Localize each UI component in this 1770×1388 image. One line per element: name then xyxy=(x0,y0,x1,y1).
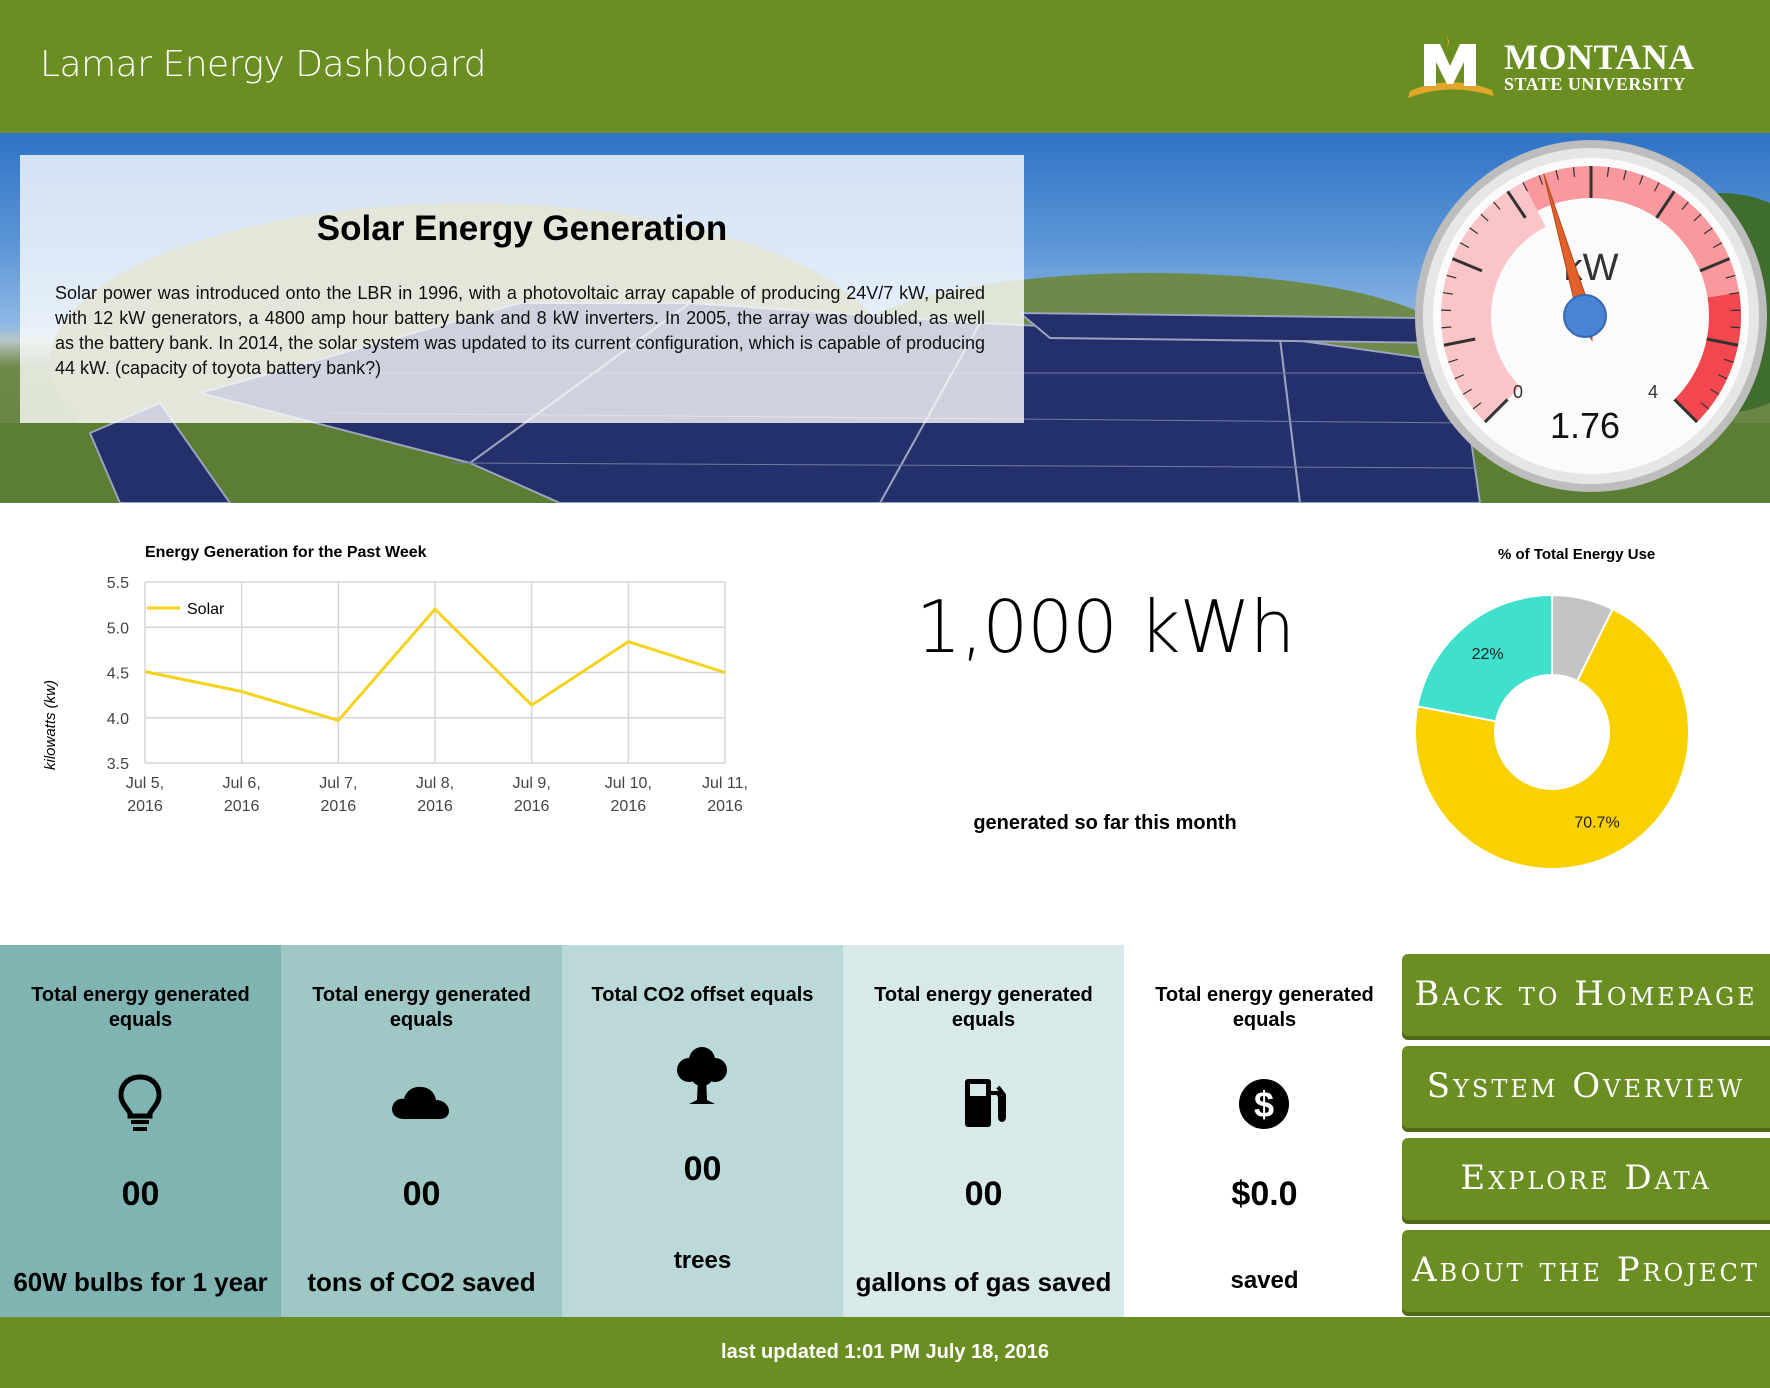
tile-value: 00 xyxy=(964,1175,1003,1213)
gauge-tick xyxy=(1730,326,1741,329)
gauge-hub xyxy=(1563,294,1607,338)
power-gauge: kW 0 4 1.76 xyxy=(1413,138,1770,494)
tile-label: 60W bulbs for 1 year xyxy=(13,1267,268,1297)
tile-value: 00 xyxy=(121,1175,160,1213)
logo-line2: STATE UNIVERSITY xyxy=(1504,74,1686,94)
weekly-energy-chart: Energy Generation for the Past Week kilo… xyxy=(0,530,780,930)
x-tick-label: Jul 5, xyxy=(126,775,164,792)
tile-label: gallons of gas saved xyxy=(855,1267,1112,1297)
gauge-value: 1.76 xyxy=(1550,405,1620,446)
y-tick-label: 5.0 xyxy=(107,620,129,637)
about-project-button[interactable]: About the Project xyxy=(1402,1230,1770,1312)
logo-line1: MONTANA xyxy=(1504,37,1695,77)
explore-data-button[interactable]: Explore Data xyxy=(1402,1138,1770,1220)
x-tick-label: Jul 9, xyxy=(513,775,551,792)
msu-logo-mark xyxy=(1408,36,1494,98)
tile-co2: Total energy generated equals 00 tons of… xyxy=(281,945,562,1317)
gauge-max-label: 4 xyxy=(1648,382,1658,402)
tile-heading: Total energy generated equals xyxy=(312,984,531,1031)
tile-label: trees xyxy=(673,1247,732,1274)
y-tick-label: 4.5 xyxy=(107,666,129,683)
intro-title: Solar Energy Generation xyxy=(316,209,728,248)
donut-title: % of Total Energy Use xyxy=(1498,546,1655,563)
gas-pump-icon xyxy=(948,1067,1018,1137)
last-updated-text: last updated 1:01 PM July 18, 2016 xyxy=(721,1341,1049,1363)
chart-title: Energy Generation for the Past Week xyxy=(145,544,427,561)
x-tick-label: Jul 11, xyxy=(702,775,748,792)
x-tick-label: Jul 10, xyxy=(605,775,652,792)
lightbulb-icon xyxy=(105,1067,175,1137)
legend-label-solar: Solar xyxy=(187,601,225,618)
y-tick-label: 4.0 xyxy=(107,711,129,728)
tile-heading: Total CO2 offset equals xyxy=(591,984,814,1006)
tile-heading: Total energy generated equals xyxy=(31,984,250,1031)
x-tick-label: Jul 8, xyxy=(416,775,454,792)
tile-trees: Total CO2 offset equals 00 trees xyxy=(562,945,843,1317)
header-bar: Lamar Energy Dashboard MONTANA STATE UNI… xyxy=(0,0,1770,133)
x-tick-label: 2016 xyxy=(224,798,260,815)
x-tick-label: 2016 xyxy=(707,798,743,815)
y-tick-label: 3.5 xyxy=(107,756,129,773)
tile-heading: Total energy generated equals xyxy=(1155,984,1374,1031)
y-tick-label: 5.5 xyxy=(107,575,129,592)
tile-dollars: Total energy generated equals $ $0.0 sav… xyxy=(1124,945,1405,1317)
donut-slice-label: 22% xyxy=(1472,646,1504,663)
y-axis-label: kilowatts (kw) xyxy=(42,680,59,770)
intro-panel: Solar Energy Generation Solar power was … xyxy=(20,155,1024,423)
tile-value: 00 xyxy=(402,1175,441,1213)
intro-text: Solar power was introduced onto the LBR … xyxy=(55,283,985,378)
x-tick-label: 2016 xyxy=(514,798,550,815)
tile-value: $0.0 xyxy=(1231,1175,1298,1213)
gauge-min-label: 0 xyxy=(1513,382,1523,402)
chart-legend: Solar xyxy=(147,601,225,618)
y-axis-ticks: 3.5 4.0 4.5 5.0 5.5 xyxy=(107,575,129,773)
app-title: Lamar Energy Dashboard xyxy=(40,44,487,85)
footer-bar: last updated 1:01 PM July 18, 2016 xyxy=(0,1317,1770,1388)
donut-slices: 70.7% 22% xyxy=(1414,593,1690,870)
svg-text:$: $ xyxy=(1254,1084,1274,1125)
tile-gas: Total energy generated equals 00 gallons… xyxy=(843,945,1124,1317)
tile-bulbs: Total energy generated equals 00 60W bul… xyxy=(0,945,281,1317)
donut-chart-svg: % of Total Energy Use 70.7% 22% xyxy=(1414,546,1690,870)
monthly-energy-value: 1,000 kWh xyxy=(915,585,1296,669)
x-tick-label: 2016 xyxy=(321,798,357,815)
x-axis-ticks: Jul 5, 2016 Jul 6, 2016 Jul 7, 2016 Jul 8, 2016… xyxy=(126,775,748,815)
impact-tiles: Total energy generated equals 00 60W bul… xyxy=(0,945,1405,1317)
monthly-energy-caption: generated so far this month xyxy=(973,812,1237,834)
gauge-tick xyxy=(1441,326,1452,329)
line-chart-svg: Energy Generation for the Past Week kilo… xyxy=(42,544,748,815)
donut-slice-label: 70.7% xyxy=(1574,814,1619,831)
x-tick-label: 2016 xyxy=(611,798,647,815)
energy-share-donut: % of Total Energy Use 70.7% 22% xyxy=(1390,535,1760,875)
tile-label: tons of CO2 saved xyxy=(307,1267,536,1297)
msu-logo[interactable]: MONTANA STATE UNIVERSITY xyxy=(1402,36,1702,106)
tile-value: 00 xyxy=(683,1150,722,1188)
system-overview-button[interactable]: System Overview xyxy=(1402,1046,1770,1128)
x-tick-label: Jul 7, xyxy=(319,775,357,792)
tile-heading: Total energy generated equals xyxy=(874,984,1093,1031)
tile-label: saved xyxy=(1230,1267,1299,1294)
cloud-icon xyxy=(386,1067,456,1137)
x-tick-label: 2016 xyxy=(127,798,163,815)
x-tick-label: 2016 xyxy=(417,798,453,815)
dollar-icon: $ xyxy=(1229,1067,1299,1137)
x-tick-label: Jul 6, xyxy=(223,775,261,792)
tree-icon xyxy=(667,1040,737,1110)
back-to-homepage-button[interactable]: Back to Homepage xyxy=(1402,954,1770,1036)
